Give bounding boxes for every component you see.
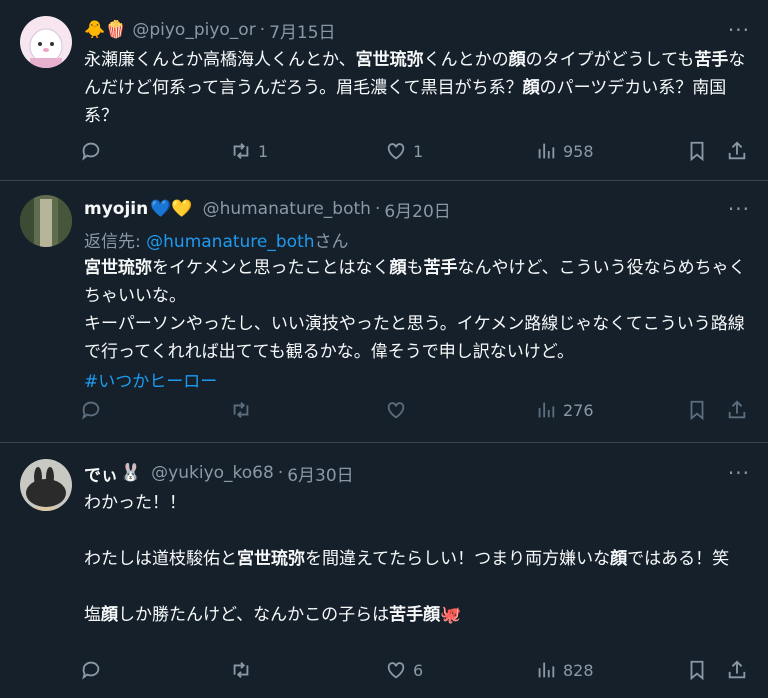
views-icon — [538, 662, 555, 678]
like-count: 1 — [413, 141, 424, 161]
reply-button[interactable] — [80, 399, 108, 421]
reply-label: 返信先: — [84, 232, 141, 252]
more-icon[interactable]: ··· — [728, 18, 750, 42]
views-icon — [538, 402, 555, 418]
views-button[interactable]: 958 — [535, 140, 594, 162]
name-emoji: 🐰 — [120, 463, 142, 483]
views-button[interactable]: 276 — [535, 399, 594, 421]
timestamp[interactable]: 6月30日 — [287, 461, 353, 486]
tweet-text: わかった！！ わたしは道枝駿佑と宮世琉弥を間違えてたらしい！つまり両方嫌いな顔では… — [84, 493, 730, 625]
timestamp[interactable]: 7月15日 — [269, 18, 335, 43]
views-button[interactable]: 828 — [535, 659, 594, 681]
retweet-icon — [233, 143, 249, 159]
display-name[interactable]: myojin — [84, 199, 148, 219]
reply-context: 返信先: @humanature_bothさん — [84, 227, 750, 252]
bookmark-icon — [690, 660, 704, 681]
views-count: 828 — [563, 660, 594, 680]
separator: · — [374, 199, 381, 219]
display-name[interactable]: 🐥🍿 — [84, 20, 126, 40]
name-emoji: 💙💛 — [150, 199, 193, 219]
retweet-button[interactable]: 1 — [230, 140, 268, 162]
tweet[interactable]: 🐥🍿 @piyo_piyo_or · 7月15日 ··· 永瀬廉くんとか高橋海人… — [0, 0, 768, 181]
reply-suffix: さん — [314, 232, 349, 252]
tweet-header: myojin 💙💛 @humanature_both · 6月20日 — [84, 195, 750, 223]
like-count: 6 — [413, 660, 424, 680]
display-name[interactable]: でぃ — [84, 461, 118, 486]
share-button[interactable] — [726, 399, 748, 421]
bookmark-button[interactable] — [686, 140, 708, 162]
reply-button[interactable] — [80, 659, 108, 681]
reply-icon — [82, 661, 100, 680]
bookmark-button[interactable] — [686, 399, 708, 421]
like-icon — [387, 662, 405, 679]
avatar[interactable] — [20, 16, 72, 68]
reply-icon — [82, 401, 100, 420]
retweet-count: 1 — [258, 141, 269, 161]
handle[interactable]: @yukiyo_ko68 — [151, 463, 274, 483]
share-button[interactable] — [726, 659, 748, 681]
tweet[interactable]: でぃ 🐰 @yukiyo_ko68 · 6月30日 ··· わかった！！ わたしは… — [0, 443, 768, 698]
reply-button[interactable] — [80, 140, 108, 162]
like-button[interactable] — [385, 399, 413, 421]
like-button[interactable]: 1 — [385, 140, 423, 162]
handle[interactable]: @humanature_both — [203, 199, 371, 219]
bookmark-button[interactable] — [686, 659, 708, 681]
share-icon — [728, 400, 746, 419]
share-button[interactable] — [726, 140, 748, 162]
tweet[interactable]: myojin 💙💛 @humanature_both · 6月20日 ··· 返… — [0, 181, 768, 443]
hashtag-link[interactable]: #いつかヒーロー — [84, 372, 217, 392]
retweet-button[interactable] — [230, 659, 258, 681]
like-icon — [387, 143, 405, 160]
like-button[interactable]: 6 — [385, 659, 423, 681]
avatar[interactable] — [20, 195, 72, 247]
timestamp[interactable]: 6月20日 — [384, 197, 450, 222]
action-bar: 1 1 958 — [80, 136, 748, 166]
avatar[interactable] — [20, 459, 72, 511]
bookmark-icon — [690, 400, 704, 421]
tweet-header: 🐥🍿 @piyo_piyo_or · 7月15日 — [84, 16, 750, 44]
action-bar: 6 828 — [80, 655, 748, 685]
reply-handle-link[interactable]: @humanature_both — [146, 232, 314, 252]
views-count: 958 — [563, 141, 594, 161]
separator: · — [259, 20, 266, 40]
retweet-icon — [233, 402, 249, 418]
handle[interactable]: @piyo_piyo_or — [132, 20, 255, 40]
views-count: 276 — [563, 400, 594, 420]
retweet-button[interactable] — [230, 399, 258, 421]
tweet-text: 永瀬廉くんとか高橋海人くんとか、宮世琉弥くんとかの顔のタイプがどうしても苦手なん… — [84, 50, 746, 126]
tweet-text: 宮世琉弥をイケメンと思ったことはなく顔も苦手なんやけど、こういう役ならめちゃくち… — [84, 258, 746, 362]
more-icon[interactable]: ··· — [728, 197, 750, 221]
separator: · — [277, 463, 284, 483]
views-icon — [538, 143, 555, 159]
action-bar: 276 — [80, 395, 748, 425]
like-icon — [387, 402, 405, 419]
bookmark-icon — [690, 141, 704, 162]
retweet-icon — [233, 662, 249, 678]
share-icon — [728, 660, 746, 679]
tweet-header: でぃ 🐰 @yukiyo_ko68 · 6月30日 — [84, 459, 750, 487]
more-icon[interactable]: ··· — [728, 461, 750, 485]
share-icon — [728, 141, 746, 160]
reply-icon — [82, 142, 100, 161]
